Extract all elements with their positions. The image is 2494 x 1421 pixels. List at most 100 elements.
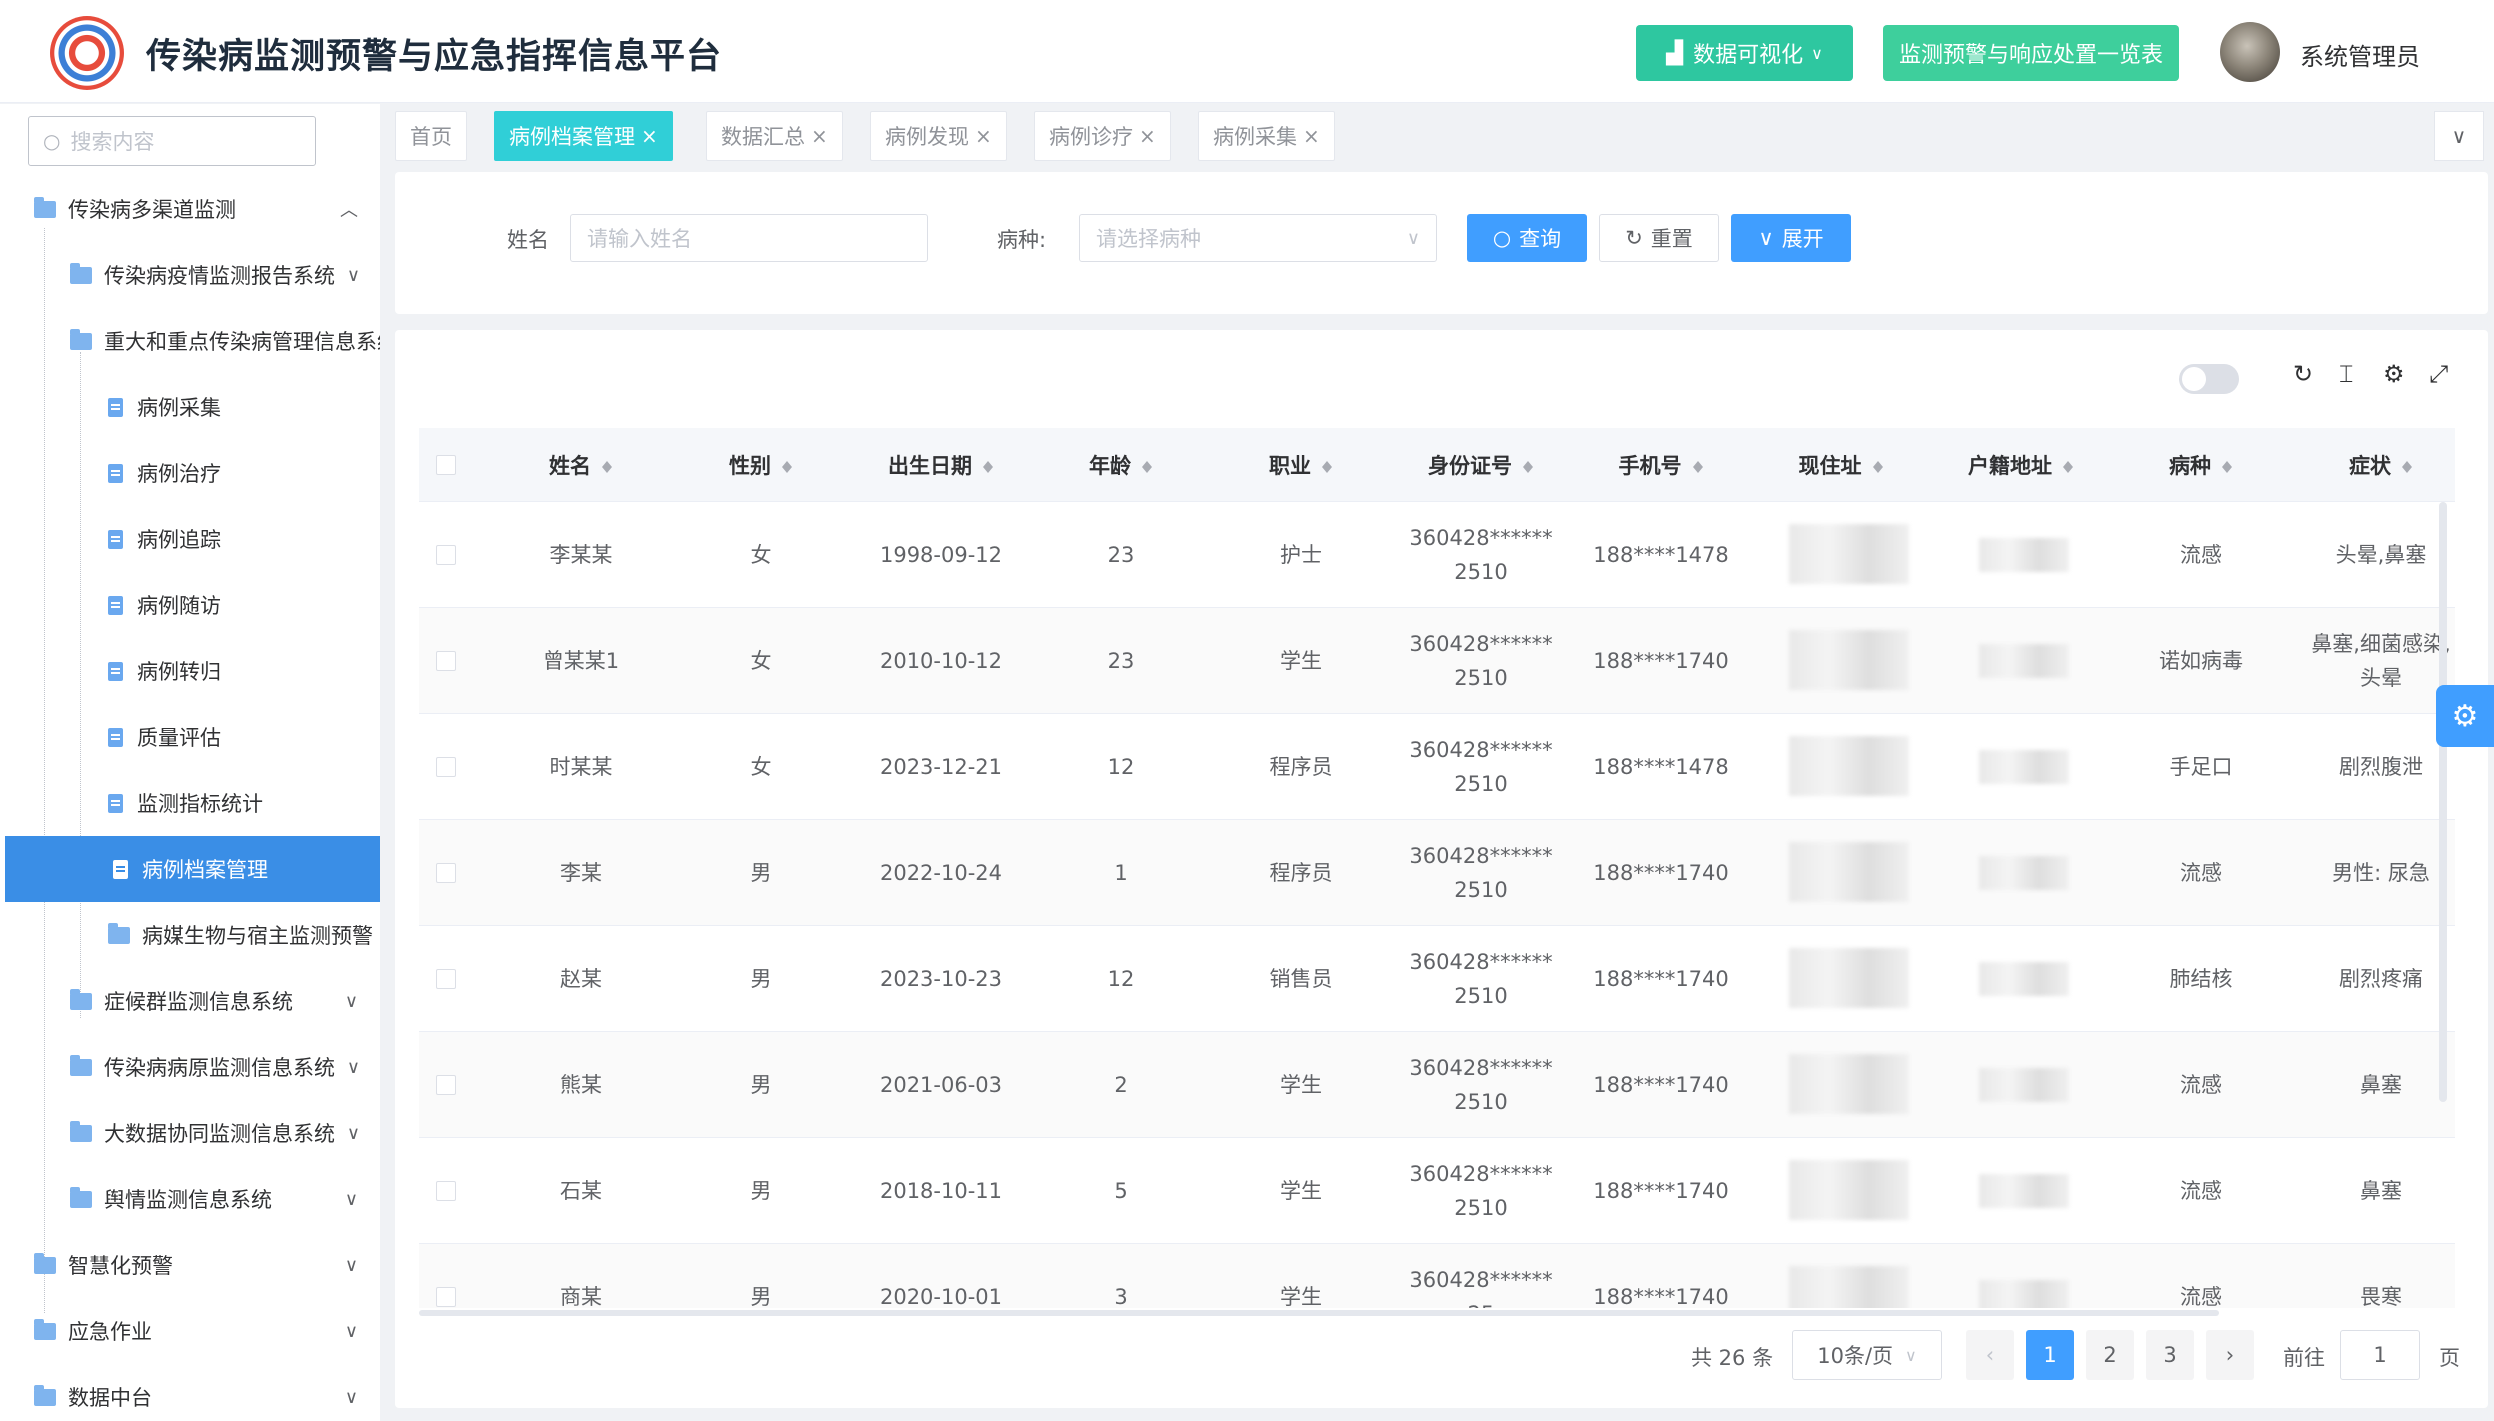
column-header[interactable]: 职业 — [1211, 428, 1391, 502]
page-button[interactable]: 3 — [2146, 1330, 2194, 1380]
sidebar-item-syndrome[interactable]: 症候群监测信息系统 ∨ — [0, 968, 380, 1034]
tab-case-archive[interactable]: 病例档案管理 × — [494, 111, 673, 161]
warning-response-button[interactable]: 监测预警与响应处置一览表 — [1883, 25, 2179, 81]
column-header[interactable]: 症状 — [2291, 428, 2471, 502]
horizontal-scrollbar[interactable] — [419, 1310, 2219, 1316]
table-row[interactable]: 熊某 男 2021-06-03 2 学生 360428******2510 188****1… — [419, 1032, 2455, 1138]
table-cell: 1998-09-12 — [851, 502, 1031, 608]
row-checkbox[interactable] — [436, 545, 456, 565]
table-cell: 程序员 — [1211, 820, 1391, 926]
sidebar-item-smart-warning[interactable]: 智慧化预警 ∨ — [0, 1232, 380, 1298]
sort-icon[interactable] — [982, 456, 994, 474]
sort-icon[interactable] — [1692, 456, 1704, 474]
sidebar-item-bigdata[interactable]: 大数据协同监测信息系统 ∨ — [0, 1100, 380, 1166]
sort-icon[interactable] — [2401, 456, 2413, 474]
table-row[interactable]: 石某 男 2018-10-11 5 学生 360428******2510 188****1… — [419, 1138, 2455, 1244]
sidebar-item-public-opinion[interactable]: 舆情监测信息系统 ∨ — [0, 1166, 380, 1232]
column-height-icon[interactable]: ⌶ — [2339, 360, 2353, 388]
sort-icon[interactable] — [601, 456, 613, 474]
reset-button[interactable]: ↻ 重置 — [1599, 214, 1719, 262]
sidebar-item-case-tracking[interactable]: 病例追踪 — [0, 506, 380, 572]
row-checkbox[interactable] — [436, 863, 456, 883]
sidebar-item-indicator-stats[interactable]: 监测指标统计 — [0, 770, 380, 836]
vertical-scrollbar[interactable] — [2439, 502, 2447, 1102]
tab-case-discovery[interactable]: 病例发现 × — [870, 111, 1007, 161]
table-row[interactable]: 李某 男 2022-10-24 1 程序员 360428******2510 188****… — [419, 820, 2455, 926]
settings-float-button[interactable]: ⚙ — [2436, 685, 2494, 747]
table-cell: 188****1478 — [1571, 714, 1751, 820]
gear-icon[interactable]: ⚙ — [2383, 360, 2405, 388]
tab-home[interactable]: 首页 — [395, 111, 467, 161]
row-checkbox[interactable] — [436, 1287, 456, 1307]
sidebar-item-multichannel[interactable]: 传染病多渠道监测 ︿ — [0, 176, 380, 242]
prev-page-button[interactable]: ‹ — [1966, 1330, 2014, 1380]
column-header[interactable]: 病种 — [2111, 428, 2291, 502]
sidebar-item-case-collection[interactable]: 病例采集 — [0, 374, 380, 440]
name-label: 姓名 — [507, 228, 549, 252]
sidebar-item-emergency[interactable]: 应急作业 ∨ — [0, 1298, 380, 1364]
sort-icon[interactable] — [781, 456, 793, 474]
sidebar-item-pathogen[interactable]: 传染病病原监测信息系统 ∨ — [0, 1034, 380, 1100]
disease-select[interactable]: 请选择病种 ∨ — [1079, 214, 1437, 262]
sidebar-item-case-archive[interactable]: 病例档案管理 — [5, 836, 380, 902]
row-checkbox[interactable] — [436, 1075, 456, 1095]
column-header[interactable]: 现住址 — [1751, 428, 1931, 502]
close-icon[interactable]: × — [641, 124, 658, 148]
select-all-checkbox[interactable] — [436, 455, 456, 475]
column-header[interactable]: 手机号 — [1571, 428, 1751, 502]
sort-icon[interactable] — [1141, 456, 1153, 474]
tab-case-diagnosis[interactable]: 病例诊疗 × — [1034, 111, 1171, 161]
view-toggle-switch[interactable] — [2179, 364, 2239, 394]
table-row[interactable]: 赵某 男 2023-10-23 12 销售员 360428******2510 188***… — [419, 926, 2455, 1032]
column-header[interactable]: 出生日期 — [851, 428, 1031, 502]
sort-icon[interactable] — [1321, 456, 1333, 474]
tab-data-summary[interactable]: 数据汇总 × — [706, 111, 843, 161]
sidebar-item-case-followup[interactable]: 病例随访 — [0, 572, 380, 638]
close-icon[interactable]: × — [1139, 124, 1156, 148]
search-button[interactable]: ○ 查询 — [1467, 214, 1587, 262]
table-row[interactable]: 曾某某1 女 2010-10-12 23 学生 360428******2510 188**… — [419, 608, 2455, 714]
page-button[interactable]: 2 — [2086, 1330, 2134, 1380]
page-size-select[interactable]: 10条/页 ∨ — [1792, 1330, 1942, 1380]
row-checkbox[interactable] — [436, 969, 456, 989]
sort-icon[interactable] — [2062, 456, 2074, 474]
table-row[interactable]: 李某某 女 1998-09-12 23 护士 360428******2510 188***… — [419, 502, 2455, 608]
row-checkbox[interactable] — [436, 651, 456, 671]
refresh-icon[interactable]: ↻ — [2293, 360, 2313, 388]
sidebar-item-epidemic-report[interactable]: 传染病疫情监测报告系统 ∨ — [0, 242, 380, 308]
close-icon[interactable]: × — [811, 124, 828, 148]
row-checkbox[interactable] — [436, 1181, 456, 1201]
column-header[interactable]: 姓名 — [491, 428, 671, 502]
next-page-button[interactable]: › — [2206, 1330, 2254, 1380]
sort-icon[interactable] — [1872, 456, 1884, 474]
column-header[interactable]: 年龄 — [1031, 428, 1211, 502]
column-header[interactable]: 户籍地址 — [1931, 428, 2111, 502]
sidebar-search-input[interactable]: ○ 搜索内容 — [28, 116, 316, 166]
name-input[interactable]: 请输入姓名 — [570, 214, 928, 262]
page-button[interactable]: 1 — [2026, 1330, 2074, 1380]
table-row[interactable]: 时某某 女 2023-12-21 12 程序员 360428******2510 188**… — [419, 714, 2455, 820]
close-icon[interactable]: × — [975, 124, 992, 148]
sidebar-item-quality[interactable]: 质量评估 — [0, 704, 380, 770]
table-row[interactable]: 商某 男 2020-10-01 3 学生 360428******25 188****174… — [419, 1244, 2455, 1308]
sidebar-item-data-platform[interactable]: 数据中台 ∨ — [0, 1364, 380, 1421]
data-visualization-button[interactable]: ▟ 数据可视化 ∨ — [1636, 25, 1853, 81]
column-header[interactable]: 性别 — [671, 428, 851, 502]
sort-icon[interactable] — [2221, 456, 2233, 474]
sidebar-item-major-disease[interactable]: 重大和重点传染病管理信息系统 — [0, 308, 380, 374]
user-name[interactable]: 系统管理员 — [2300, 37, 2420, 72]
sidebar-item-case-treatment[interactable]: 病例治疗 — [0, 440, 380, 506]
fullscreen-icon[interactable]: ⤢ — [2429, 360, 2448, 388]
avatar[interactable] — [2220, 22, 2280, 82]
sidebar-item-vector-host[interactable]: 病媒生物与宿主监测预警 — [0, 902, 380, 968]
row-checkbox[interactable] — [436, 757, 456, 777]
tab-case-collection[interactable]: 病例采集 × — [1198, 111, 1335, 161]
goto-page-input[interactable]: 1 — [2340, 1330, 2420, 1380]
sort-icon[interactable] — [1522, 456, 1534, 474]
column-header[interactable]: 身份证号 — [1391, 428, 1571, 502]
table-cell: 360428******2510 — [1391, 1032, 1571, 1138]
tabs-more-dropdown[interactable]: ∨ — [2434, 111, 2484, 161]
close-icon[interactable]: × — [1303, 124, 1320, 148]
expand-button[interactable]: ∨ 展开 — [1731, 214, 1851, 262]
sidebar-item-case-outcome[interactable]: 病例转归 — [0, 638, 380, 704]
